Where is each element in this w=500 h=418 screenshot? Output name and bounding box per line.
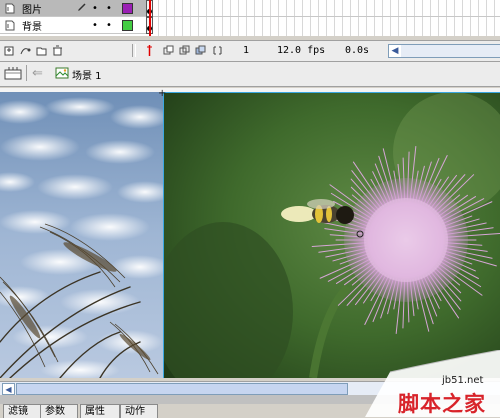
watermark-text: 脚本之家 xyxy=(398,392,486,416)
outline-color-swatch[interactable] xyxy=(122,2,133,14)
folder-icon[interactable] xyxy=(36,45,47,56)
scene-label[interactable]: 场景 1 xyxy=(72,67,102,82)
frame-rate[interactable]: 12.0 fps xyxy=(277,45,325,56)
motion-guide-icon[interactable] xyxy=(20,45,31,56)
edit-bar: ⇐ 场景 1 xyxy=(0,62,500,87)
watermark-url: jb51.net xyxy=(442,375,484,386)
elapsed-time: 0.0s xyxy=(345,45,370,56)
layer-icon xyxy=(4,2,16,14)
scene-icon xyxy=(55,67,69,79)
layer-name: 背景 xyxy=(22,21,42,33)
tab-actions[interactable]: 动作 xyxy=(120,404,158,418)
visibility-dot[interactable]: • xyxy=(88,3,102,14)
layer-row-background[interactable]: 背景 • • xyxy=(0,17,150,34)
layer-row-pictures[interactable]: 图片 • • xyxy=(0,0,150,17)
registration-point-icon: + xyxy=(158,88,167,99)
scrollbar-thumb[interactable] xyxy=(16,383,348,395)
timeline-scrollbar[interactable] xyxy=(401,44,500,58)
insert-layer-icon[interactable] xyxy=(4,45,15,56)
tab-properties[interactable]: 属性 xyxy=(80,404,120,418)
pencil-icon xyxy=(76,2,88,15)
sky-reeds-image[interactable] xyxy=(0,92,163,378)
back-arrow-icon[interactable]: ⇐ xyxy=(32,66,43,81)
tab-filters[interactable]: 滤镜 xyxy=(3,404,41,418)
center-frame-icon[interactable] xyxy=(144,45,155,56)
timeline-toggle-icon[interactable] xyxy=(4,66,22,80)
timeline-frames[interactable] xyxy=(150,0,500,36)
modify-onion-markers-icon[interactable] xyxy=(212,45,223,56)
current-frame: 1 xyxy=(243,45,250,56)
visibility-dot[interactable]: • xyxy=(88,20,102,31)
layer-icon xyxy=(4,19,16,31)
trash-icon[interactable] xyxy=(52,45,63,56)
outline-color-swatch[interactable] xyxy=(122,19,133,31)
scroll-left-button[interactable]: ◀ xyxy=(2,383,15,395)
timeline-footer: 1 12.0 fps 0.0s ◀ xyxy=(0,40,500,62)
lock-dot[interactable]: • xyxy=(102,20,116,31)
layer-name: 图片 xyxy=(22,4,42,16)
onion-skin-icon[interactable] xyxy=(163,45,174,56)
tab-parameters[interactable]: 参数 xyxy=(40,404,78,418)
lock-dot[interactable]: • xyxy=(102,3,116,14)
timeline-scroll-left-button[interactable]: ◀ xyxy=(388,44,402,58)
playhead[interactable] xyxy=(149,0,151,36)
onion-skin-outlines-icon[interactable] xyxy=(179,45,190,56)
flower-bee-image[interactable] xyxy=(163,92,500,378)
edit-multiple-frames-icon[interactable] xyxy=(195,45,206,56)
